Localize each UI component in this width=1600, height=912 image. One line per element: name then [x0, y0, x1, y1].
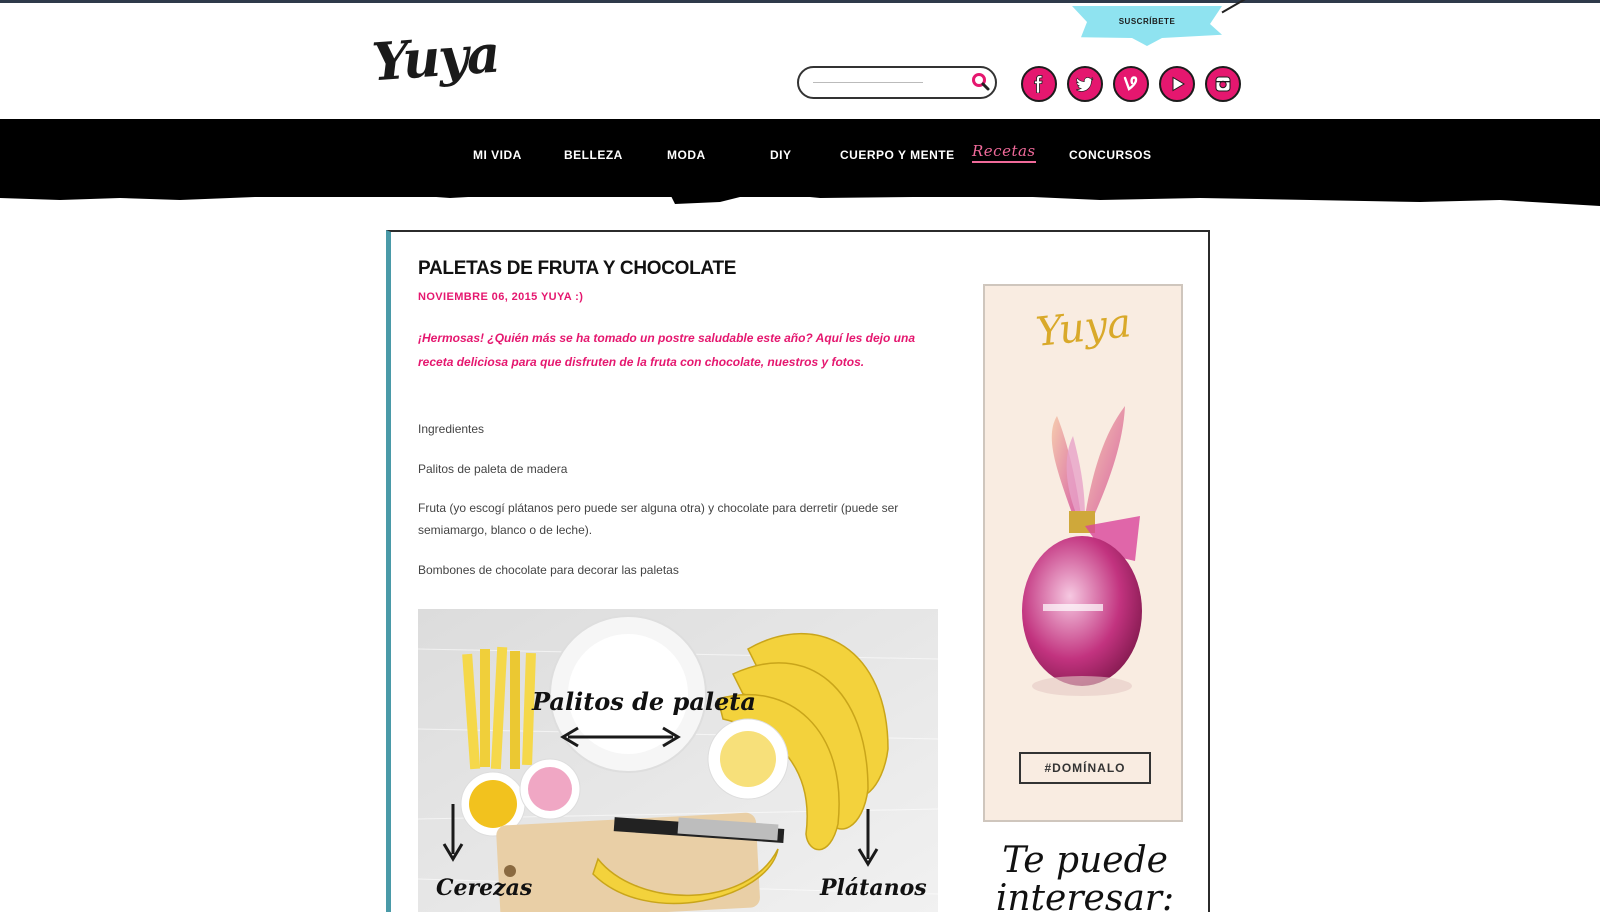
nav-item-mi-vida[interactable]: Mi Vida: [473, 148, 522, 162]
post-title[interactable]: PALETAS DE FRUTA Y CHOCOLATE: [418, 258, 736, 280]
nav-item-belleza[interactable]: Belleza: [564, 148, 623, 162]
nav-item-cuerpo-y-mente[interactable]: Cuerpo y Mente: [840, 148, 955, 162]
perfume-bottle-illustration: [1022, 406, 1142, 696]
related-heading: Te puede interesar:: [995, 840, 1175, 912]
nav-item-diy[interactable]: DIY: [770, 148, 792, 162]
vine-icon[interactable]: [1113, 66, 1149, 102]
post-paragraph: Palitos de paleta de madera: [418, 462, 568, 476]
post-intro: ¡Hermosas! ¿Quién más se ha tomado un po…: [418, 331, 915, 369]
recipe-photo-illustration: [418, 609, 938, 912]
facebook-icon[interactable]: [1021, 66, 1057, 102]
post-paragraph: Fruta (yo escogí plátanos pero puede ser…: [418, 501, 899, 537]
subscribe-ribbon[interactable]: SUSCRÍBETE: [1072, 0, 1249, 50]
twitter-icon[interactable]: [1067, 66, 1103, 102]
post-meta: NOVIEMBRE 06, 2015 YUYA :): [418, 291, 584, 303]
top-border: [0, 0, 1600, 3]
post-paragraph: Ingredientes: [418, 422, 485, 436]
ad-cta-button[interactable]: #DOMÍNALO: [1019, 752, 1151, 784]
photo-label-cherries: Cerezas: [436, 875, 533, 901]
recipe-photo: Palitos de paleta Cerezas Plátanos: [418, 609, 938, 912]
nav-item-moda[interactable]: Moda: [667, 148, 706, 162]
photo-label-bananas: Plátanos: [820, 875, 927, 901]
subscribe-button[interactable]: SUSCRÍBETE: [1072, 6, 1222, 46]
site-logo[interactable]: Yuya: [370, 24, 500, 94]
perfume-ad[interactable]: [983, 284, 1183, 822]
search-input[interactable]: [811, 75, 961, 91]
nav-torn-edge: [0, 180, 1600, 206]
search-box: [797, 66, 997, 99]
photo-label-sticks: Palitos de paleta: [532, 687, 756, 716]
post-paragraph: Bombones de chocolate para decorar las p…: [418, 563, 679, 577]
nav-item-concursos[interactable]: Concursos: [1069, 148, 1152, 162]
search-icon[interactable]: [971, 72, 991, 92]
nav-item-recetas[interactable]: Recetas: [972, 142, 1036, 163]
youtube-icon[interactable]: [1159, 66, 1195, 102]
instagram-icon[interactable]: [1205, 66, 1241, 102]
